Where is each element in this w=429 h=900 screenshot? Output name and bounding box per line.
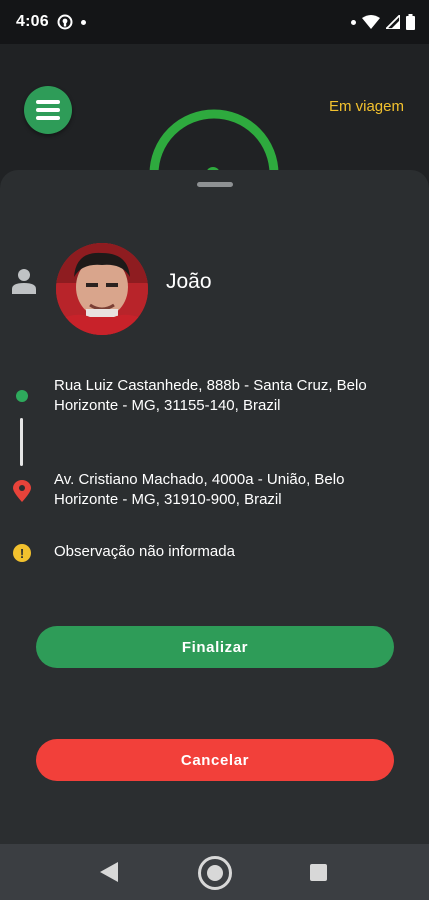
system-nav-bar <box>0 844 429 900</box>
hamburger-menu-icon <box>36 100 60 104</box>
warning-icon: ! <box>13 544 31 562</box>
cancel-button[interactable]: Cancelar <box>36 739 394 781</box>
sheet-drag-handle[interactable] <box>197 182 233 187</box>
destination-address: Av. Cristiano Machado, 4000a - União, Be… <box>54 471 345 508</box>
passenger-avatar <box>56 243 148 335</box>
location-pin-icon <box>13 480 31 502</box>
menu-button[interactable] <box>24 86 72 134</box>
status-right <box>351 14 415 30</box>
signal-icon <box>386 15 400 29</box>
battery-icon <box>406 14 415 30</box>
trip-status-label: Em viagem <box>328 98 404 115</box>
wifi-icon <box>362 15 380 29</box>
status-left: 4:06 <box>16 13 86 31</box>
dot-icon <box>351 19 356 25</box>
route-connector <box>20 418 23 466</box>
status-bar: 4:06 <box>0 0 429 44</box>
home-icon <box>207 865 223 881</box>
person-icon <box>12 269 36 294</box>
status-time: 4:06 <box>16 13 49 30</box>
home-button[interactable] <box>198 856 232 890</box>
trip-details-sheet: João Rua Luiz Castanhede, 888b - Santa C… <box>0 170 429 844</box>
origin-dot-icon <box>16 390 28 402</box>
dot-icon <box>80 19 86 25</box>
passenger-name: João <box>166 270 212 293</box>
recents-icon[interactable] <box>310 864 327 881</box>
app-screen: 4:06 Em viagem João Rua Luiz Castanhede,… <box>0 0 429 900</box>
avatar-photo <box>56 243 148 335</box>
origin-address: Rua Luiz Castanhede, 888b - Santa Cruz, … <box>54 377 367 414</box>
finish-button[interactable]: Finalizar <box>36 626 394 668</box>
notification-icon <box>57 14 73 30</box>
observation-text: Observação não informada <box>54 543 235 560</box>
back-icon[interactable] <box>100 862 118 882</box>
map-area: Em viagem <box>0 44 429 239</box>
